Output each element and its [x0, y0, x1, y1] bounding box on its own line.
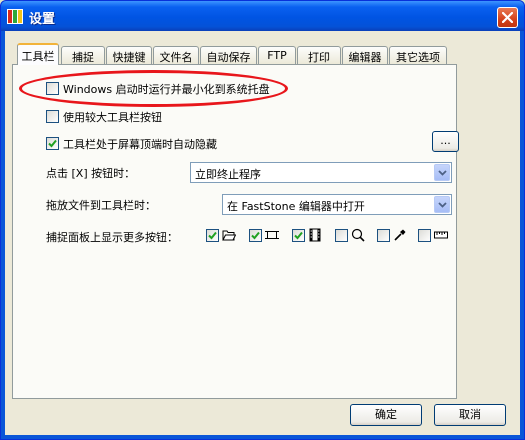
dropdown-arrow[interactable]: [434, 196, 450, 213]
video-capture-checkbox[interactable]: [292, 229, 305, 242]
drag-drop-label: 拖放文件到工具栏时：: [46, 199, 156, 212]
magnifier-checkbox[interactable]: [335, 229, 348, 242]
close-click-value: 立即终止程序: [195, 168, 261, 181]
dropdown-arrow[interactable]: [434, 164, 450, 181]
tab-autosave[interactable]: 自动保存: [200, 46, 257, 64]
toolbar-settings-panel: Windows 启动时运行并最小化到系统托盘 使用较大工具栏按钮 工具栏处于屏幕…: [12, 64, 459, 399]
film-video-icon: [309, 228, 321, 242]
tab-label: 文件名: [159, 51, 193, 64]
drag-drop-value: 在 FastStone 编辑器中打开: [227, 200, 365, 213]
drag-drop-select[interactable]: 在 FastStone 编辑器中打开: [222, 194, 452, 215]
app-icon: [7, 9, 23, 24]
magnifier-icon: [351, 228, 365, 242]
dialog-title: 设置: [29, 12, 56, 27]
tab-label: FTP: [267, 49, 287, 62]
auto-hide-label[interactable]: 工具栏处于屏幕顶端时自动隐藏: [63, 136, 217, 152]
tab-capture[interactable]: 捕捉: [61, 46, 105, 64]
checkmark-icon: [48, 139, 57, 148]
ruler-checkbox[interactable]: [418, 229, 431, 242]
tab-label: 工具栏: [21, 50, 55, 63]
chevron-down-icon: [438, 202, 447, 208]
tab-hotkeys[interactable]: 快捷键: [106, 46, 152, 64]
rectangle-region-checkbox[interactable]: [249, 229, 262, 242]
large-buttons-label[interactable]: 使用较大工具栏按钮: [63, 109, 162, 125]
settings-dialog: 设置 工具栏 捕捉 快捷键 文件名 自动保存 FTP 打印 编辑器 其它选项 W…: [0, 0, 525, 440]
tab-strip: 工具栏 捕捉 快捷键 文件名 自动保存 FTP 打印 编辑器 其它选项: [11, 43, 471, 65]
capture-panel-label: 捕捉面板上显示更多按钮：: [46, 231, 178, 244]
tab-filename[interactable]: 文件名: [153, 46, 199, 64]
checkmark-icon: [251, 231, 260, 240]
tab-label: 快捷键: [112, 51, 146, 64]
close-icon: [502, 12, 513, 23]
checkmark-icon: [294, 231, 303, 240]
more-options-button[interactable]: ...: [432, 131, 459, 152]
cancel-button[interactable]: 取消: [434, 404, 506, 426]
tab-label: 自动保存: [206, 51, 251, 64]
tab-label: 打印: [308, 51, 330, 64]
large-buttons-checkbox[interactable]: [46, 110, 59, 123]
auto-hide-checkbox[interactable]: [46, 137, 59, 150]
tab-label: 捕捉: [72, 51, 94, 64]
chevron-down-icon: [438, 170, 447, 176]
title-bar[interactable]: 设置: [1, 1, 524, 31]
checkmark-icon: [208, 231, 217, 240]
tab-label: 编辑器: [348, 51, 382, 64]
close-button[interactable]: [497, 7, 518, 28]
red-highlight-ellipse: [19, 70, 288, 107]
color-picker-checkbox[interactable]: [377, 229, 390, 242]
tab-ftp[interactable]: FTP: [258, 46, 296, 64]
close-click-select[interactable]: 立即终止程序: [190, 162, 452, 183]
folder-open-icon: [222, 230, 236, 241]
tab-label: 其它选项: [396, 51, 440, 64]
rectangle-region-icon: [265, 231, 279, 239]
close-click-label: 点击 [X] 按钮时：: [46, 167, 136, 180]
tab-toolbar[interactable]: 工具栏: [17, 43, 59, 65]
ok-button[interactable]: 确定: [350, 404, 422, 426]
tab-editor[interactable]: 编辑器: [342, 46, 388, 64]
tab-other-options[interactable]: 其它选项: [389, 46, 447, 64]
tab-print[interactable]: 打印: [297, 46, 341, 64]
color-picker-icon: [394, 229, 406, 241]
folder-open-checkbox[interactable]: [206, 229, 219, 242]
ruler-icon: [434, 231, 448, 239]
